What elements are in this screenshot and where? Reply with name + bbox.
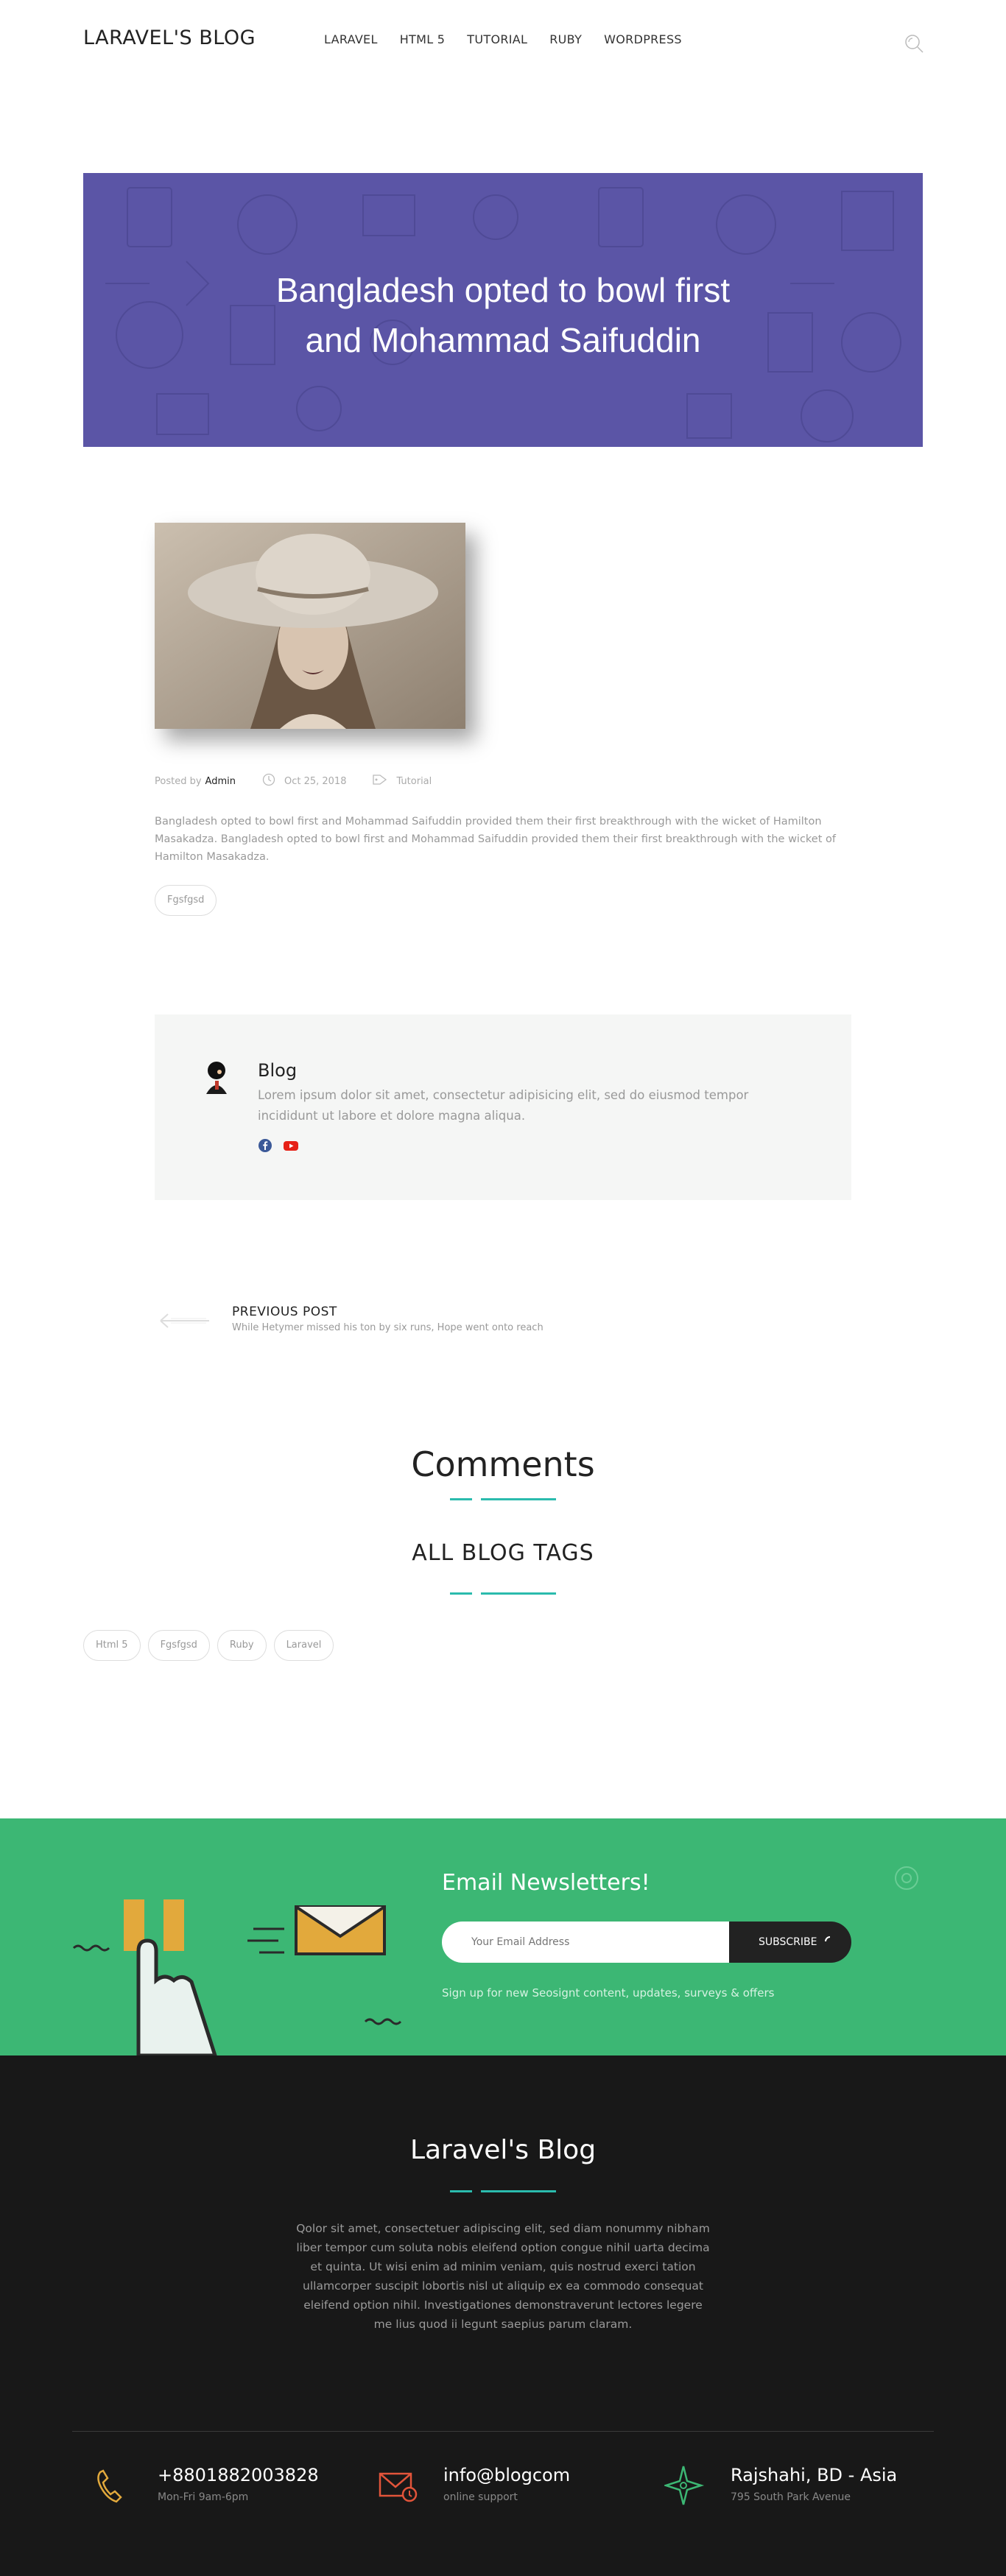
settings-icon	[895, 1866, 918, 1890]
post-image	[155, 523, 465, 729]
post-title-line1: Bangladesh opted to bowl first	[275, 271, 731, 309]
blog-tag[interactable]: Ruby	[217, 1630, 267, 1661]
blog-tag[interactable]: Laravel	[273, 1630, 334, 1661]
previous-post-label: PREVIOUS POST	[232, 1305, 337, 1319]
facebook-icon[interactable]	[258, 1138, 272, 1156]
previous-post-link[interactable]: PREVIOUS POST While Hetymer missed his t…	[155, 1303, 670, 1340]
comments-divider	[450, 1498, 556, 1500]
newsletter-form: SUBSCRIBE	[442, 1922, 851, 1963]
comments-title: Comments	[411, 1444, 595, 1484]
contact-phone-number[interactable]: +8801882003828	[158, 2465, 319, 2485]
page: LARAVEL'S BLOG LARAVEL HTML 5 TUTORIAL R…	[0, 0, 1006, 2576]
newsletter-email-input[interactable]	[442, 1922, 736, 1963]
post-author[interactable]: Admin	[205, 776, 236, 787]
arrow-left-icon	[159, 1312, 211, 1333]
post-tag[interactable]: Fgsfgsd	[155, 885, 217, 916]
author-name: Blog	[258, 1060, 298, 1081]
author-socials	[258, 1138, 299, 1156]
newsletter-title: Email Newsletters!	[442, 1870, 650, 1896]
contact-email-note: online support	[443, 2491, 518, 2503]
contact-email-address[interactable]: info@blogcom	[443, 2465, 570, 2485]
subscribe-button[interactable]: SUBSCRIBE	[729, 1922, 851, 1963]
nav-item-wordpress[interactable]: WORDPRESS	[604, 32, 682, 46]
footer-title: Laravel's Blog	[409, 2135, 597, 2165]
contact-address-city: Rajshahi, BD - Asia	[731, 2465, 898, 2485]
footer-divider	[450, 2190, 556, 2192]
spinner-icon	[825, 1936, 831, 1942]
newsletter-note: Sign up for new Seosignt content, update…	[442, 1986, 775, 2000]
search-icon[interactable]	[903, 32, 925, 54]
nav-item-laravel[interactable]: LARAVEL	[324, 32, 378, 46]
post-title-line2: and Mohammad Saifuddin	[305, 321, 701, 359]
posted-by-label: Posted by	[155, 775, 202, 787]
blog-tag[interactable]: Fgsfgsd	[147, 1630, 210, 1661]
nav-item-ruby[interactable]: RUBY	[549, 32, 582, 46]
post-date: Oct 25, 2018	[284, 775, 347, 787]
newsletter-illustration	[72, 1899, 402, 2055]
newsletter-section: Email Newsletters! SUBSCRIBE Sign up for…	[0, 1818, 1006, 2055]
site-header: LARAVEL'S BLOG LARAVEL HTML 5 TUTORIAL R…	[0, 0, 1006, 81]
footer-separator	[72, 2431, 934, 2432]
blog-tags-divider	[450, 1592, 556, 1595]
compass-icon	[662, 2463, 708, 2508]
author-avatar	[200, 1059, 233, 1095]
blog-tags-title: ALL BLOG TAGS	[412, 1540, 594, 1566]
post-excerpt: Bangladesh opted to bowl first and Moham…	[155, 816, 836, 863]
nav-item-html5[interactable]: HTML 5	[400, 32, 446, 46]
youtube-icon[interactable]	[283, 1138, 299, 1156]
post-meta: Posted by Admin Oct 25, 2018 Tutorial	[155, 773, 432, 789]
post-title: Bangladesh opted to bowl first and Moham…	[83, 265, 923, 365]
blog-tags-list: Html 5 Fgsfgsd Ruby Laravel	[83, 1630, 334, 1661]
contact-address-street: 795 South Park Avenue	[731, 2491, 851, 2503]
author-bio: Lorem ipsum dolor sit amet, consectetur …	[258, 1088, 749, 1123]
contact-phone-hours: Mon-Fri 9am-6pm	[158, 2491, 249, 2503]
main-nav: LARAVEL HTML 5 TUTORIAL RUBY WORDPRESS	[324, 32, 682, 46]
tag-icon	[373, 774, 387, 788]
previous-post-title: While Hetymer missed his ton by six runs…	[232, 1322, 544, 1333]
footer-text: Qolor sit amet, consectetuer adipiscing …	[296, 2222, 710, 2331]
hero-banner: Bangladesh opted to bowl first and Moham…	[83, 173, 923, 447]
author-box: Blog Lorem ipsum dolor sit amet, consect…	[155, 1014, 851, 1200]
phone-icon	[91, 2463, 136, 2508]
site-footer: Laravel's Blog Qolor sit amet, consectet…	[0, 2055, 1006, 2576]
blog-tag[interactable]: Html 5	[83, 1630, 141, 1661]
clock-icon	[262, 773, 275, 789]
nav-item-tutorial[interactable]: TUTORIAL	[467, 32, 527, 46]
site-logo[interactable]: LARAVEL'S BLOG	[83, 27, 256, 49]
subscribe-button-label: SUBSCRIBE	[759, 1936, 817, 1948]
mail-icon	[377, 2463, 421, 2508]
post-category[interactable]: Tutorial	[396, 776, 432, 787]
